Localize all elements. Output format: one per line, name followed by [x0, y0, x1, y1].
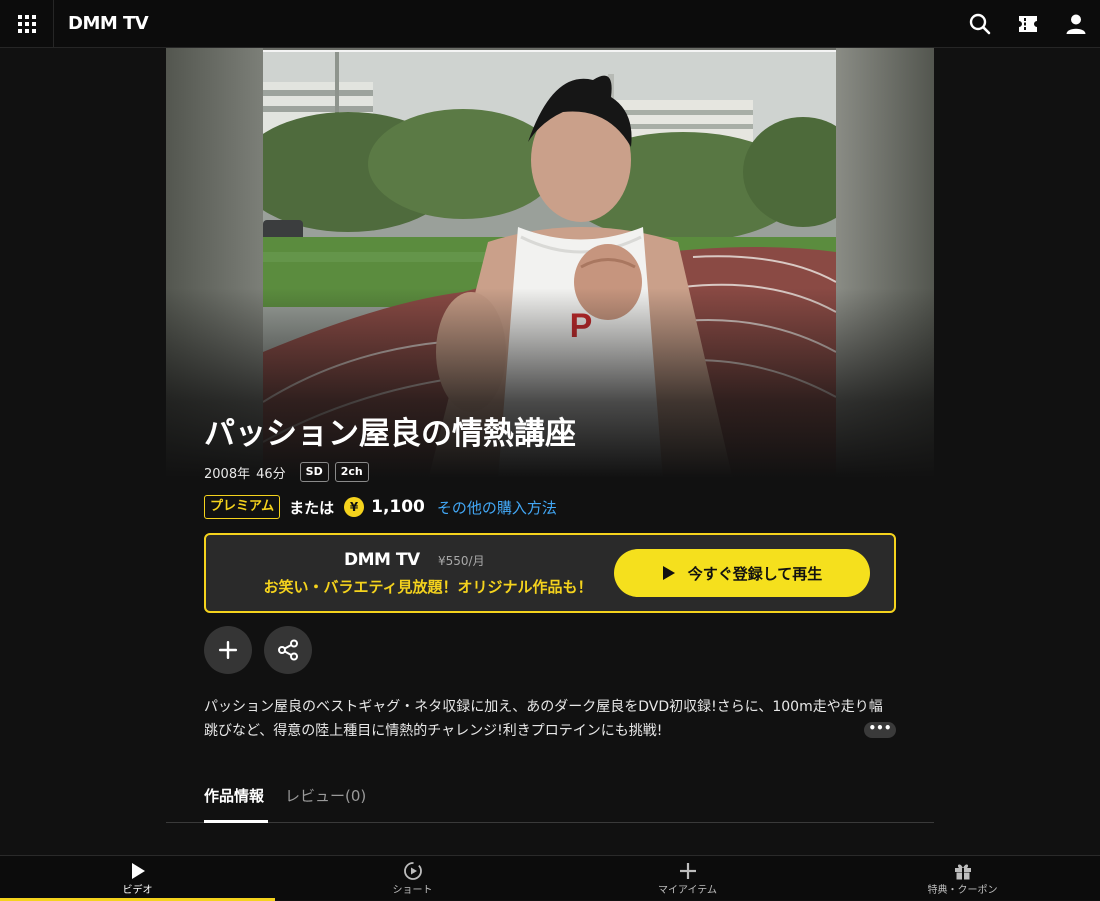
bottom-nav: ビデオ ショート マイアイテム 特典・クーポン	[0, 855, 1100, 901]
nav-video-label: ビデオ	[122, 885, 153, 896]
user-icon	[1066, 14, 1086, 34]
subscribe-play-label: 今すぐ登録して再生	[687, 564, 823, 583]
tab-reviews[interactable]: レビュー(0)	[285, 784, 366, 808]
account-button[interactable]	[1064, 12, 1088, 36]
nav-myitem[interactable]: マイアイテム	[550, 856, 825, 901]
description: パッション屋良のベストギャグ・ネタ収録に加え、あのダーク屋良をDVD初収録!さら…	[204, 699, 883, 739]
price-row: プレミアム または ¥ 1,100 その他の購入方法	[204, 494, 557, 520]
nav-coupon-label: 特典・クーポン	[927, 885, 998, 896]
subscription-promo: DMM TV ¥550/月 お笑い・バラエティ見放題！オリジナル作品も！ 今すぐ…	[204, 533, 896, 613]
tabs-divider	[166, 822, 934, 823]
add-to-mylist-button[interactable]	[204, 626, 252, 674]
nav-coupon[interactable]: 特典・クーポン	[825, 856, 1100, 901]
page-title: パッション屋良の情熱講座	[204, 416, 576, 452]
release-year: 2008年	[204, 466, 251, 482]
search-icon	[969, 13, 991, 35]
premium-tag: プレミアム	[204, 495, 281, 519]
plus-icon	[678, 861, 698, 881]
dmm-tv-logo[interactable]: DMM TV	[68, 12, 149, 36]
nav-myitem-label: マイアイテム	[658, 885, 717, 896]
share-button[interactable]	[264, 626, 312, 674]
ticket-icon	[1019, 16, 1037, 32]
nav-short-label: ショート	[392, 885, 433, 896]
promo-monthly-price: ¥550/月	[438, 554, 485, 568]
subscribe-play-button[interactable]: 今すぐ登録して再生	[614, 549, 870, 597]
quality-badge: SD	[299, 462, 329, 482]
duration: 46分	[256, 466, 286, 482]
tab-info[interactable]: 作品情報	[204, 784, 264, 808]
grid-menu-icon	[17, 15, 36, 33]
meta-row: 2008年 46分 SD 2ch	[204, 461, 369, 483]
play-icon	[128, 861, 148, 881]
or-text: または	[289, 498, 335, 517]
top-header: DMM TV	[0, 0, 1100, 48]
yen-coin-icon: ¥	[344, 497, 365, 517]
short-play-icon	[403, 861, 423, 881]
expand-description-button[interactable]: •••	[864, 722, 896, 738]
gift-icon	[953, 861, 973, 881]
nav-video[interactable]: ビデオ	[0, 856, 275, 901]
promo-tagline: お笑い・バラエティ見放題！オリジナル作品も！	[263, 578, 593, 596]
share-icon	[278, 639, 298, 661]
grid-menu-button[interactable]	[0, 0, 54, 48]
nav-short[interactable]: ショート	[275, 856, 550, 901]
ticket-button[interactable]	[1016, 12, 1040, 36]
play-icon	[662, 566, 675, 580]
plus-icon	[219, 641, 237, 659]
audio-badge: 2ch	[334, 462, 369, 482]
search-button[interactable]	[968, 12, 992, 36]
tab-active-indicator	[204, 820, 268, 823]
other-purchase-link[interactable]: その他の購入方法	[437, 497, 557, 518]
promo-dmm-tv-logo: DMM TV	[344, 550, 420, 570]
price-amount: 1,100	[371, 497, 425, 517]
